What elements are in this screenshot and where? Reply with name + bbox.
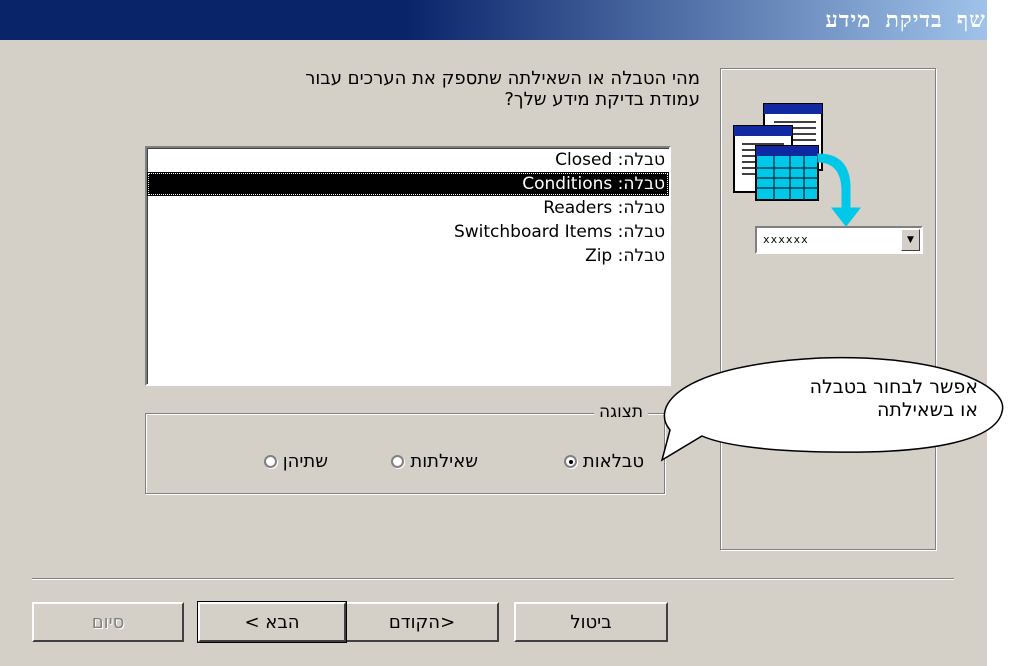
background-edge bbox=[987, 0, 1013, 666]
preview-combobox[interactable]: xxxxxx ▼ bbox=[755, 226, 923, 254]
combo-value: xxxxxx bbox=[763, 233, 809, 246]
title-bar[interactable]: אשף בדיקת מידע bbox=[0, 0, 1013, 40]
back-button[interactable]: <הקודם bbox=[345, 602, 499, 642]
list-item[interactable]: טבלה: Zip bbox=[147, 244, 669, 268]
tables-wizard-icon bbox=[733, 103, 862, 227]
radio-both[interactable]: שתיהן bbox=[263, 451, 328, 472]
radio-both-label: שתיהן bbox=[282, 451, 328, 472]
list-item[interactable]: טבלה: Closed bbox=[147, 148, 669, 172]
radio-queries[interactable]: שאילתות bbox=[391, 451, 478, 472]
window-title: אשף בדיקת מידע bbox=[825, 8, 1001, 33]
radio-dot-icon[interactable] bbox=[263, 455, 277, 468]
radio-queries-label: שאילתות bbox=[410, 451, 478, 472]
view-groupbox: תצוגה טבלאות שאילתות שתיהן bbox=[145, 402, 665, 494]
radio-dot-icon[interactable] bbox=[391, 455, 405, 468]
finish-button[interactable]: סיום bbox=[32, 602, 184, 642]
radio-tables-label: טבלאות bbox=[582, 451, 644, 472]
prompt-text: מהי הטבלה או השאילתה שתספק את הערכים עבו… bbox=[305, 68, 700, 110]
tables-listbox[interactable]: טבלה: Closed טבלה: Conditions טבלה: Read… bbox=[145, 146, 671, 386]
radio-dot-icon[interactable] bbox=[563, 455, 577, 468]
cancel-button[interactable]: ביטול bbox=[514, 602, 668, 642]
radio-tables[interactable]: טבלאות bbox=[563, 451, 644, 472]
callout-text: אפשר לבחור בטבלה או בשאילתה bbox=[809, 376, 978, 421]
list-item-selected[interactable]: טבלה: Conditions bbox=[147, 172, 669, 196]
list-item[interactable]: טבלה: Switchboard Items bbox=[147, 220, 669, 244]
next-button[interactable]: הבא > bbox=[197, 601, 347, 643]
separator bbox=[32, 578, 954, 580]
list-item[interactable]: טבלה: Readers bbox=[147, 196, 669, 220]
chevron-down-icon[interactable]: ▼ bbox=[901, 229, 920, 251]
